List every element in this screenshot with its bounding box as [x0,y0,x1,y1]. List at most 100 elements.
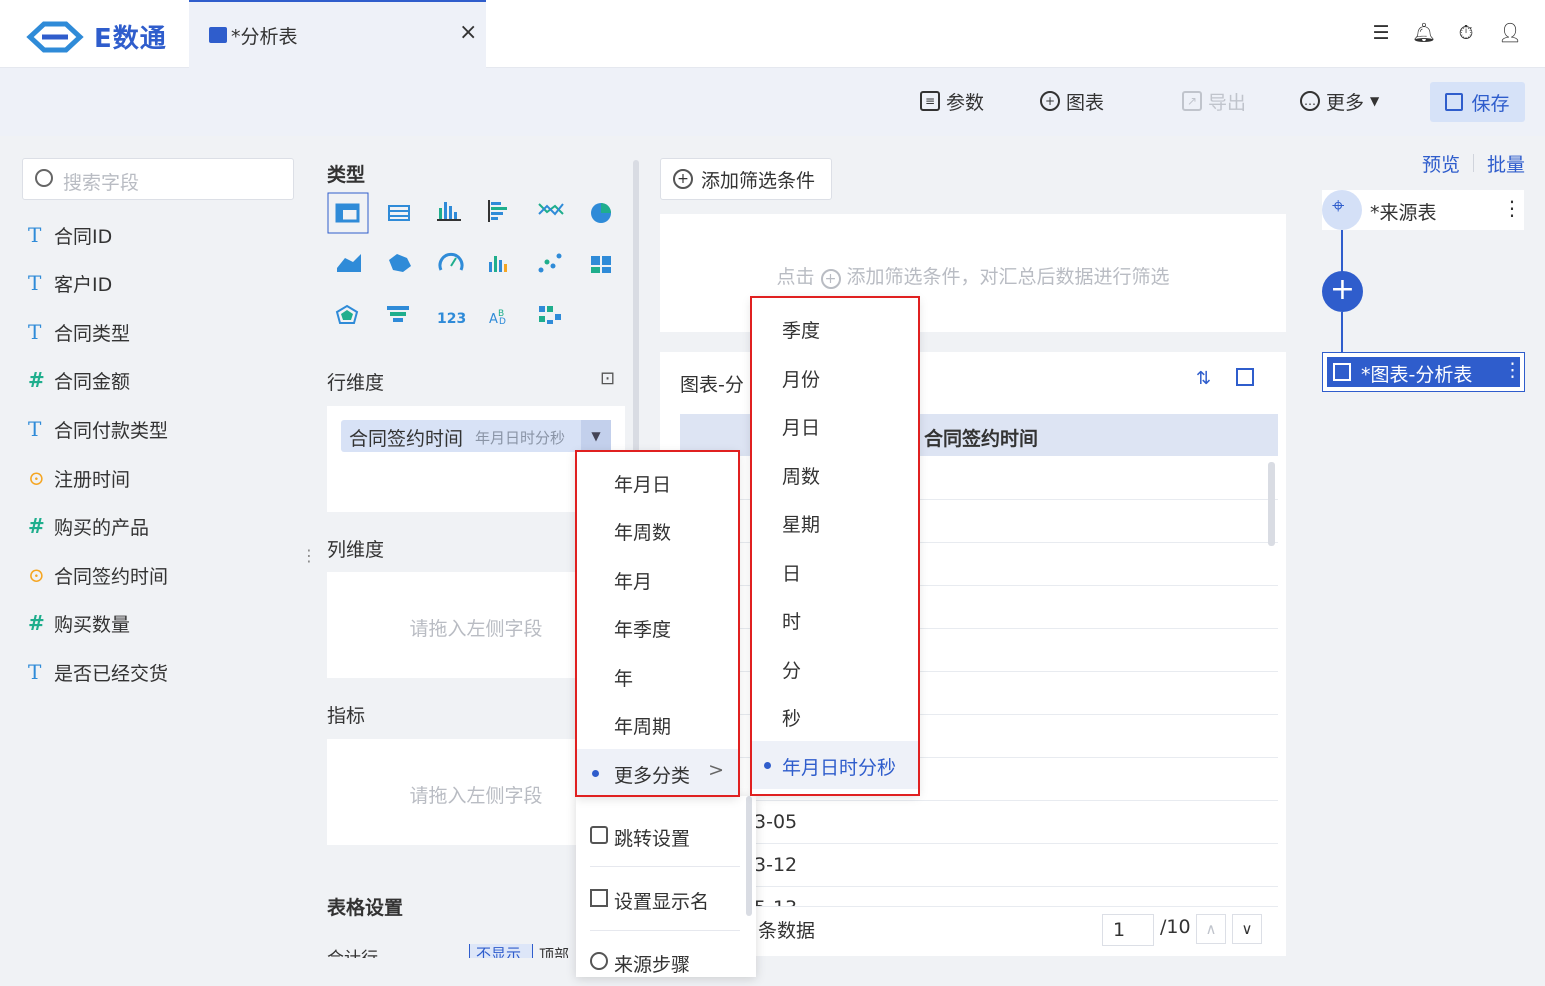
field-item[interactable]: T 是否已经交货 [28,658,168,686]
field-label: 注册时间 [54,468,131,491]
table-scrollbar[interactable] [1268,462,1275,546]
menu-item-label: 星期 [782,514,821,536]
menu-item-year[interactable]: 年 [576,652,738,700]
preview-link[interactable]: 预览 [1422,150,1460,177]
column-header[interactable]: 合同签约时间 [924,424,1038,451]
menu-item-month-day[interactable]: 月日 [752,401,918,449]
more-vertical-icon[interactable]: ⋮ [1503,359,1522,381]
tab-label: *分析表 [231,26,298,48]
field-item[interactable]: T 合同付款类型 [28,415,168,443]
menu-item-display-name[interactable]: 设置显示名 [576,875,756,923]
number-type-icon: # [28,514,45,538]
field-item[interactable]: T 合同ID [28,221,112,249]
field-item[interactable]: # 购买数量 [28,609,130,637]
table-row[interactable]: 3-05 [680,801,1278,844]
task-list-icon[interactable]: ☰ [1370,22,1392,44]
splitter-handle[interactable]: ⋮ [301,546,317,565]
menu-item-quarter[interactable]: 季度 [752,304,918,352]
expand-icon[interactable] [1236,368,1254,386]
text-type-icon: T [28,417,42,441]
field-item[interactable]: # 购买的产品 [28,512,149,540]
table-row[interactable]: 3-12 [680,844,1278,887]
app-logo[interactable]: E数通 [26,18,167,55]
menu-item-day[interactable]: 日 [752,547,918,595]
flow-panel [1302,136,1545,977]
menu-item-hour[interactable]: 时 [752,595,918,643]
combo-chart-icon [489,256,507,272]
menu-item-year-quarter[interactable]: 年季度 [576,603,738,651]
chart-type-grid: 123 A BD [327,192,611,327]
plus-circle-icon: + [1040,91,1060,111]
params-button[interactable]: ≡ 参数 [920,88,984,114]
field-item[interactable]: # 合同金额 [28,366,130,394]
add-filter-button[interactable]: + 添加筛选条件 [660,158,832,200]
subtotal-option-hide[interactable]: 不显示 [469,944,533,958]
menu-item-label: 年 [614,668,634,690]
toolbox-icon[interactable]: ⊡ [600,368,615,389]
field-item[interactable]: ⊙ 注册时间 [28,464,130,492]
kpi-number-icon: 123 [437,311,466,327]
source-node-label: *来源表 [1370,202,1437,224]
menu-item-label: 设置显示名 [614,891,710,913]
row-dimension-chip[interactable]: 合同签约时间 年月日时分秒 ▼ [341,420,611,452]
menu-item-year-week[interactable]: 年周数 [576,506,738,554]
menu-item-second[interactable]: 秒 [752,692,918,740]
menu-item-year-month-day[interactable]: 年月日 [576,458,738,506]
menu-item-label: 分 [782,660,802,682]
close-icon[interactable]: × [459,20,477,45]
field-label: 合同类型 [54,322,131,345]
ellipsis-icon: … [1300,91,1320,111]
svg-text:D: D [499,317,506,327]
brand-name: E数通 [94,24,167,54]
menu-item-weekday[interactable]: 星期 [752,498,918,546]
svg-text:A: A [489,312,498,327]
field-item[interactable]: ⊙ 合同签约时间 [28,561,168,589]
field-label: 是否已经交货 [54,662,169,685]
menu-item-label: 来源步骤 [614,954,691,976]
user-icon[interactable]: 👤︎ [1498,22,1522,44]
more-button[interactable]: … 更多 ▼ [1300,88,1379,114]
chart-button[interactable]: + 图表 [1040,88,1104,114]
more-categories-menu: 季度 月份 月日 周数 星期 日 时 分 秒 年月日时分秒 [752,298,918,794]
batch-link[interactable]: 批量 [1487,150,1525,177]
target-icon [590,952,608,970]
scatter-chart-icon [538,253,562,273]
menu-item-month[interactable]: 月份 [752,353,918,401]
menu-item-week-number[interactable]: 周数 [752,450,918,498]
menu-scrollbar[interactable] [746,796,752,916]
menu-item-year-month[interactable]: 年月 [576,555,738,603]
menu-item-year-period[interactable]: 年周期 [576,700,738,748]
source-table-node[interactable]: *来源表 ⋮ [1322,190,1524,230]
field-item[interactable]: T 合同类型 [28,318,130,346]
save-button[interactable]: 保存 [1430,82,1525,122]
flow-connector [1341,230,1343,272]
row-dimension-label: 行维度 [327,372,385,394]
search-input[interactable]: 搜索字段 [22,158,294,200]
export-button[interactable]: ↗ 导出 [1182,88,1246,114]
subtotal-option-top[interactable]: 顶部 [539,944,569,958]
menu-item-label: 更多分类 [614,765,691,787]
sort-icon[interactable]: ⇅ [1196,368,1211,389]
timer-icon[interactable]: ⏱︎ [1455,22,1477,44]
more-vertical-icon[interactable]: ⋮ [1502,196,1522,220]
tab-analysis-table[interactable]: *分析表 × [189,0,486,68]
table-row[interactable]: 5-13 [680,887,1278,907]
menu-item-label: 时 [782,611,802,633]
bell-icon[interactable]: 🔔︎ [1412,22,1436,44]
menu-item-jump-settings[interactable]: 跳转设置 [576,812,756,860]
menu-item-source-step[interactable]: 来源步骤 [576,938,756,986]
chevron-down-icon[interactable]: ▼ [581,420,611,452]
page-down-button[interactable]: ∨ [1232,914,1262,944]
text-type-icon: T [28,271,42,295]
menu-item-more-categories[interactable]: 更多分类 > [576,749,738,797]
chart-node-label: *图表-分析表 [1361,364,1473,386]
menu-item-ymdhms[interactable]: 年月日时分秒 [752,741,918,789]
number-type-icon: # [28,611,45,635]
add-step-button[interactable]: + [1322,271,1363,312]
page-up-button[interactable]: ∧ [1196,914,1226,944]
divider [590,930,740,931]
menu-item-minute[interactable]: 分 [752,644,918,692]
field-item[interactable]: T 客户ID [28,269,112,297]
page-input[interactable]: 1 [1102,914,1154,946]
chart-table-node[interactable]: *图表-分析表 ⋮ [1322,352,1525,392]
